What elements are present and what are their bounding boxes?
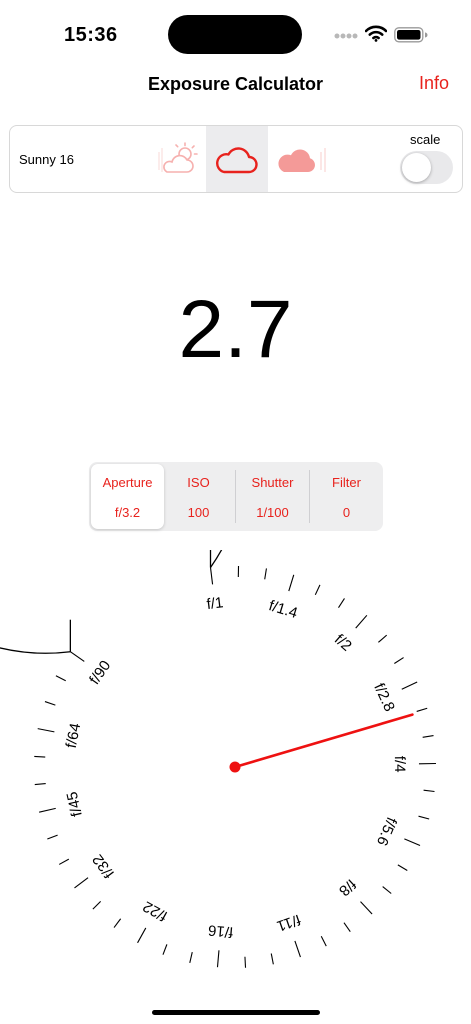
dial-major-tick: [137, 927, 147, 944]
dial-minor-tick: [189, 952, 193, 963]
dial-major-tick: [360, 901, 373, 915]
dial-major-tick: [288, 574, 295, 592]
dial-stop-label: f/1.4: [267, 597, 300, 622]
tab-shutter[interactable]: Shutter 1/100: [236, 462, 309, 531]
cellular-signal-icon: [334, 33, 358, 39]
tab-value: f/3.2: [114, 505, 141, 520]
dial-major-tick: [70, 651, 85, 662]
tab-value: 0: [342, 505, 351, 520]
info-button[interactable]: Info: [419, 73, 449, 94]
dial-major-tick: [401, 681, 418, 690]
dial-minor-tick: [113, 918, 122, 928]
dial-minor-tick: [422, 735, 434, 738]
tab-value: 100: [187, 505, 210, 520]
dial-major-tick: [74, 877, 89, 889]
dial-minor-tick: [34, 783, 46, 786]
dial-stop-label: f/32: [89, 851, 118, 881]
dial-minor-tick: [343, 922, 351, 932]
dial-minor-tick: [44, 701, 56, 706]
weather-card: Sunny 16 scale: [9, 125, 463, 193]
dial-minor-tick: [162, 944, 168, 955]
dial-minor-tick: [378, 634, 388, 643]
weather-picker[interactable]: [151, 126, 341, 192]
dial-minor-tick: [55, 675, 66, 682]
tab-label: Shutter: [251, 475, 294, 490]
dial-stop-label: f/45: [64, 790, 86, 818]
dial-major-tick: [209, 567, 214, 585]
dial-minor-tick: [264, 568, 267, 580]
tab-iso[interactable]: ISO 100: [162, 462, 235, 531]
wifi-icon: [365, 25, 387, 42]
dial-stop-label: f/8: [335, 875, 359, 899]
cloud-icon[interactable]: [213, 142, 261, 176]
dynamic-island: [168, 15, 302, 54]
dial-center: [229, 761, 241, 773]
dial-stop-label: f/90: [86, 658, 114, 688]
scale-toggle[interactable]: [400, 151, 453, 184]
dial-minor-tick: [416, 707, 428, 712]
tab-value: 1/100: [256, 505, 289, 520]
dial-major-tick: [216, 950, 220, 968]
dial-pointer[interactable]: [233, 713, 414, 769]
weather-label: Sunny 16: [19, 152, 74, 167]
dial-major-tick: [39, 807, 56, 813]
dial-minor-tick: [394, 657, 404, 664]
tab-aperture[interactable]: Aperture f/3.2: [91, 464, 164, 529]
dial-minor-tick: [47, 834, 58, 840]
tab-filter[interactable]: Filter 0: [310, 462, 383, 531]
parameter-segmented-control: Aperture f/3.2 ISO 100 Shutter 1/100 Fil…: [89, 462, 383, 531]
home-indicator[interactable]: [152, 1010, 320, 1015]
dial-minor-tick: [92, 900, 102, 910]
dial-major-tick: [294, 940, 301, 958]
dial-minor-tick: [382, 886, 392, 894]
aperture-dial[interactable]: f/1 f/1.4 f/2 f/2.8 f/4 f/5.6 f/8 f/11 f/16 f/22 f…: [0, 550, 471, 980]
dial-stop-label: f/2.8: [370, 681, 398, 715]
dial-minor-tick: [418, 815, 430, 820]
dial-minor-tick: [58, 858, 70, 865]
status-bar: 15:36: [0, 0, 471, 60]
dial-stop-label: f/11: [274, 911, 302, 935]
dial-stop-label: f/5.6: [373, 815, 400, 849]
dial-stop-label: f/16: [207, 921, 233, 940]
tab-label: Aperture: [102, 475, 153, 490]
dial-minor-tick: [397, 864, 408, 871]
ev-value: 2.7: [178, 284, 293, 375]
dial-stop-label: f/4: [391, 756, 408, 773]
battery-icon: [394, 27, 428, 43]
dial-major-tick: [37, 728, 55, 733]
dial-minor-tick: [423, 789, 435, 793]
dial-minor-tick: [314, 584, 321, 596]
toggle-knob: [402, 153, 431, 182]
dial-stop-label: f/22: [140, 897, 170, 924]
scale-label: scale: [410, 132, 441, 147]
dial-minor-tick: [338, 598, 345, 608]
tab-label: ISO: [187, 475, 210, 490]
status-time: 15:36: [64, 24, 118, 46]
dial-stop-label: f/2: [331, 631, 355, 655]
dial-major-tick: [355, 614, 368, 629]
dial-minor-tick: [34, 755, 46, 758]
dial-stop-label: f/1: [206, 594, 225, 613]
tab-label: Filter: [332, 475, 361, 490]
partly-cloudy-icon[interactable]: [157, 142, 205, 176]
dial-minor-tick: [270, 953, 274, 965]
nav-title: Exposure Calculator: [147, 74, 324, 94]
dial-major-tick: [404, 838, 421, 847]
dial-minor-tick: [244, 956, 247, 968]
heavy-cloud-icon[interactable]: [275, 142, 331, 176]
dial-minor-tick: [320, 936, 327, 947]
dial-stop-label: f/64: [63, 722, 84, 750]
